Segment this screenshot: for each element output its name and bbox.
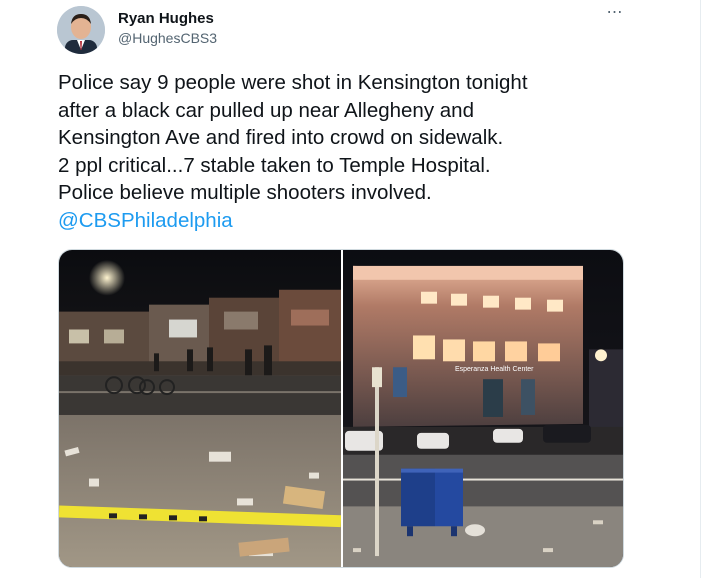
tweet-media-grid: Esperanza Health Center xyxy=(58,249,624,568)
mention-link[interactable]: @CBSPhiladelphia xyxy=(58,207,233,234)
tweet-card: Ryan Hughes @HughesCBS3 ⋯ Police say 9 p… xyxy=(0,0,701,578)
tweet-text: Police say 9 people were shot in Kensing… xyxy=(58,71,528,204)
photo-street-scene[interactable] xyxy=(59,250,341,567)
author-name[interactable]: Ryan Hughes xyxy=(118,10,214,27)
photo-health-center-building[interactable]: Esperanza Health Center xyxy=(343,250,623,567)
more-options-icon[interactable]: ⋯ xyxy=(604,5,626,24)
author-handle[interactable]: @HughesCBS3 xyxy=(118,30,217,46)
author-avatar[interactable] xyxy=(57,6,105,54)
health-center-sign: Esperanza Health Center xyxy=(455,366,534,373)
